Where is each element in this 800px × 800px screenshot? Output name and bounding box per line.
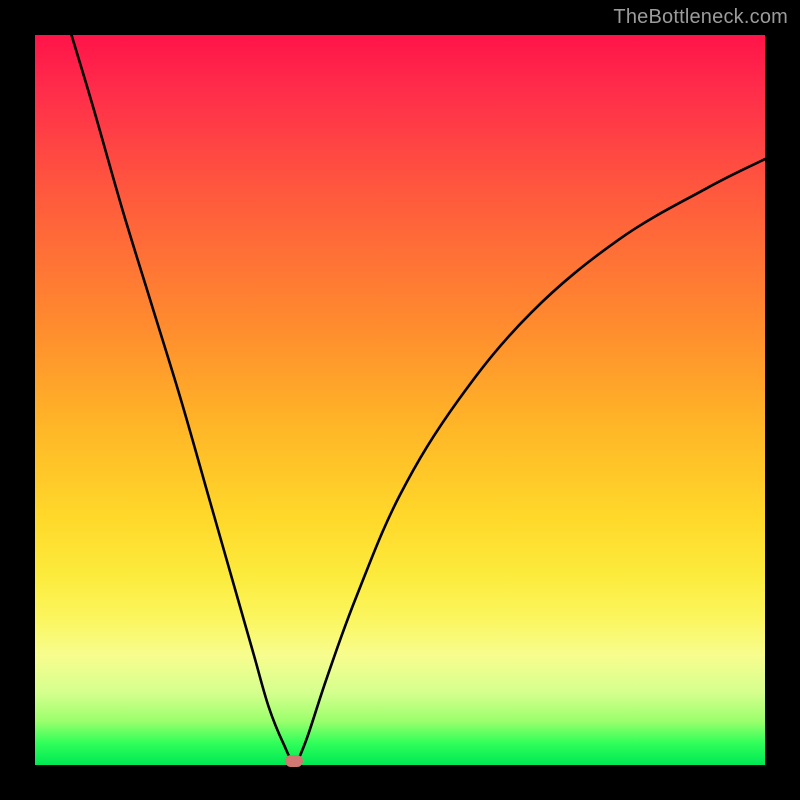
- plot-area: [35, 35, 765, 765]
- watermark-text: TheBottleneck.com: [613, 6, 788, 29]
- minimum-marker: [285, 755, 303, 767]
- bottleneck-curve: [72, 35, 766, 761]
- curve-svg: [35, 35, 765, 765]
- chart-frame: TheBottleneck.com: [0, 0, 800, 800]
